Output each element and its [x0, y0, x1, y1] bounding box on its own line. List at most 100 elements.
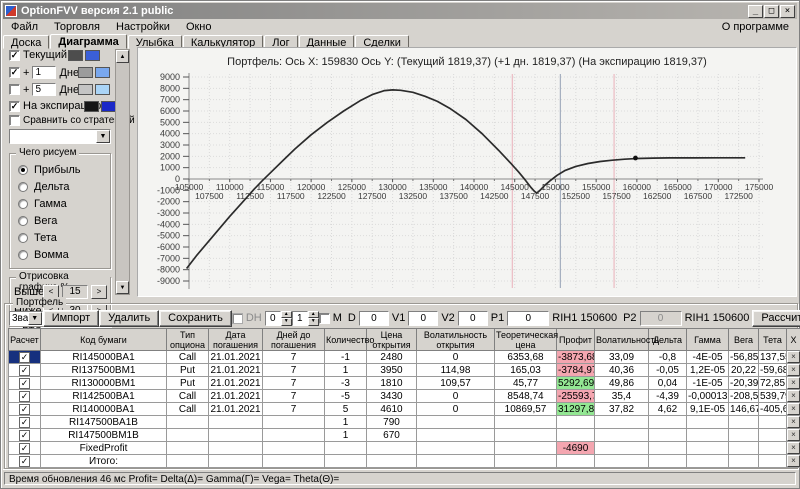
spin-down-icon[interactable]: ▼ — [308, 318, 319, 326]
column-header[interactable]: Дата погашения — [209, 329, 263, 351]
cell-price[interactable]: 2480 — [367, 351, 417, 364]
row-checkbox[interactable]: ✓ — [19, 417, 30, 428]
cell-price[interactable]: 1810 — [367, 377, 417, 390]
menu-file[interactable]: Файл — [3, 20, 46, 34]
cell-days[interactable]: 7 — [263, 377, 325, 390]
dh-spinner-1[interactable]: 0 ▲▼ — [265, 311, 292, 326]
radio-vomma[interactable] — [18, 250, 28, 260]
column-header[interactable]: Вега — [729, 329, 759, 351]
delete-button[interactable]: Удалить — [99, 310, 159, 327]
row-calc-cell[interactable]: ✓ — [9, 416, 41, 429]
p2-input[interactable] — [640, 311, 682, 326]
row-checkbox[interactable]: ✓ — [19, 443, 30, 454]
dh-checkbox[interactable] — [232, 313, 243, 324]
column-header[interactable]: Дельта — [649, 329, 687, 351]
cell-theo[interactable]: 165,03 — [495, 364, 557, 377]
cell-date[interactable]: 21.01.2021 — [209, 403, 263, 416]
row-delete-button[interactable]: × — [787, 429, 800, 441]
cell-days[interactable] — [263, 442, 325, 455]
cell-vol_open[interactable]: 0 — [417, 351, 495, 364]
spin-down-icon[interactable]: ▼ — [281, 318, 292, 326]
p1-input[interactable] — [507, 311, 549, 326]
menu-about[interactable]: О программе — [714, 20, 797, 34]
compare-strategy-checkbox[interactable] — [9, 115, 20, 126]
cell-profit[interactable] — [557, 429, 595, 442]
row-checkbox[interactable]: ✓ — [19, 391, 30, 402]
expiration-checkbox[interactable]: ✓ — [9, 101, 20, 112]
cell-date[interactable] — [209, 429, 263, 442]
row-checkbox[interactable]: ✓ — [19, 404, 30, 415]
chevron-down-icon[interactable]: ▼ — [96, 130, 110, 143]
row-delete-button[interactable]: × — [787, 377, 800, 389]
cell-vega[interactable]: -20,39 — [729, 377, 759, 390]
cell-delta[interactable] — [649, 455, 687, 468]
cell-vol[interactable]: 49,86 — [595, 377, 649, 390]
cell-vol[interactable] — [595, 455, 649, 468]
cell-days[interactable]: 7 — [263, 351, 325, 364]
cell-date[interactable]: 21.01.2021 — [209, 390, 263, 403]
cell-gamma[interactable]: -4E-05 — [687, 351, 729, 364]
cell-vega[interactable]: 20,22 — [729, 364, 759, 377]
cell-type[interactable] — [167, 416, 209, 429]
cell-vol_open[interactable] — [417, 429, 495, 442]
row-delete-button[interactable]: × — [787, 351, 800, 363]
above-increment-button[interactable]: > — [91, 285, 107, 299]
menu-trading[interactable]: Торговля — [46, 20, 108, 34]
cell-vol[interactable]: 33,09 — [595, 351, 649, 364]
column-header[interactable]: Теоретическая цена — [495, 329, 557, 351]
row-calc-cell[interactable]: ✓ — [9, 364, 41, 377]
row-checkbox[interactable]: ✓ — [19, 456, 30, 467]
close-button[interactable]: × — [780, 5, 795, 18]
cell-theta[interactable] — [759, 455, 787, 468]
profit-chart[interactable]: 9000800070006000500040003000200010000-10… — [138, 48, 796, 296]
cell-vol_open[interactable] — [417, 416, 495, 429]
cell-qty[interactable]: -1 — [325, 351, 367, 364]
cell-delta[interactable]: 4,62 — [649, 403, 687, 416]
cell-vol_open[interactable] — [417, 455, 495, 468]
cell-theta[interactable]: -59,68 — [759, 364, 787, 377]
cell-qty[interactable]: 1 — [325, 416, 367, 429]
cell-qty[interactable]: -3 — [325, 377, 367, 390]
cell-code[interactable]: FixedProfit — [41, 442, 167, 455]
column-header[interactable]: X — [787, 329, 800, 351]
expiration-line-color-swatch[interactable] — [84, 101, 99, 112]
cell-theo[interactable]: 45,77 — [495, 377, 557, 390]
cell-date[interactable]: 21.01.2021 — [209, 351, 263, 364]
d-input[interactable] — [359, 311, 389, 326]
cell-code[interactable]: RI140000BA1 — [41, 403, 167, 416]
cell-days[interactable] — [263, 429, 325, 442]
cell-vol_open[interactable]: 114,98 — [417, 364, 495, 377]
cell-days[interactable]: 7 — [263, 364, 325, 377]
cell-gamma[interactable] — [687, 442, 729, 455]
cell-vol[interactable]: 40,36 — [595, 364, 649, 377]
import-button[interactable]: Импорт — [43, 310, 99, 327]
current-point-marker[interactable] — [633, 156, 638, 161]
scroll-up-icon[interactable]: ▲ — [116, 50, 129, 63]
cell-price[interactable]: 3950 — [367, 364, 417, 377]
cell-code[interactable]: RI147500BA1B — [41, 416, 167, 429]
cell-theo[interactable]: 8548,74 — [495, 390, 557, 403]
cell-type[interactable]: Put — [167, 364, 209, 377]
cell-profit[interactable]: -3873,68 — [557, 351, 595, 364]
radio-delta[interactable] — [18, 182, 28, 192]
cell-days[interactable]: 7 — [263, 390, 325, 403]
row-calc-cell[interactable]: ✓ — [9, 429, 41, 442]
cell-type[interactable] — [167, 455, 209, 468]
column-header[interactable]: Гамма — [687, 329, 729, 351]
row-checkbox[interactable]: ✓ — [19, 378, 30, 389]
cell-vol[interactable] — [595, 442, 649, 455]
row-delete-button[interactable]: × — [787, 455, 800, 467]
cell-vega[interactable]: 146,67 — [729, 403, 759, 416]
cell-vega[interactable] — [729, 455, 759, 468]
cell-theta[interactable]: 72,85 — [759, 377, 787, 390]
cell-type[interactable] — [167, 429, 209, 442]
column-header[interactable]: Цена открытия — [367, 329, 417, 351]
cell-qty[interactable] — [325, 455, 367, 468]
cell-date[interactable] — [209, 442, 263, 455]
cell-gamma[interactable]: 9,1E-05 — [687, 403, 729, 416]
radio-vega[interactable] — [18, 216, 28, 226]
row-calc-cell[interactable]: ✓ — [9, 455, 41, 468]
cell-vol_open[interactable]: 0 — [417, 403, 495, 416]
cell-date[interactable] — [209, 416, 263, 429]
cell-qty[interactable]: 1 — [325, 429, 367, 442]
